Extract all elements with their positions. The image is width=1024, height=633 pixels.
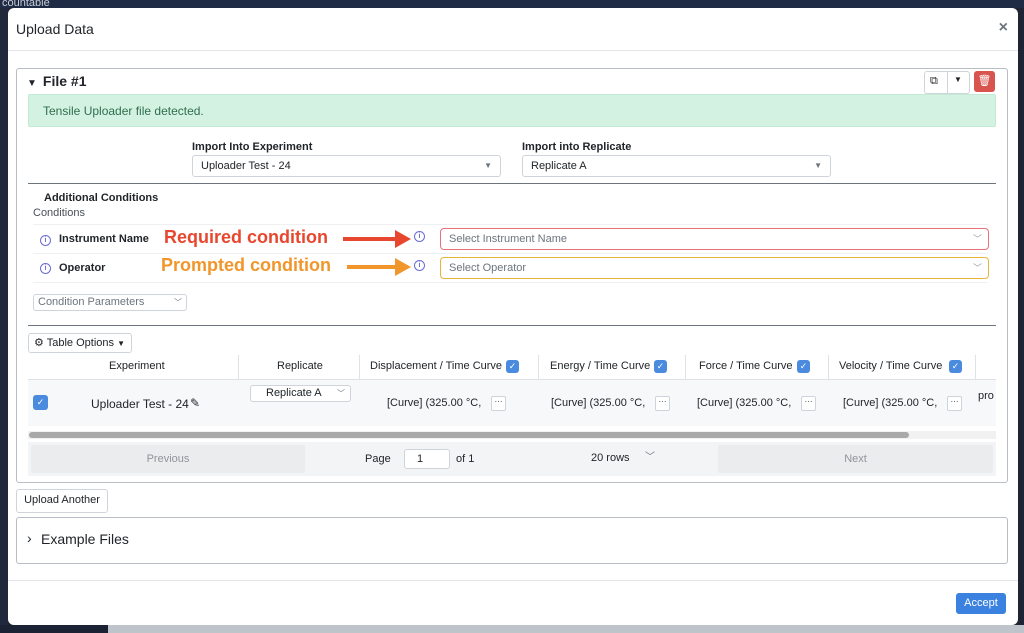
condition-parameters-select[interactable]: Condition Parameters ﹀ [33,294,187,311]
additional-conditions-heading: Additional Conditions [44,192,159,204]
file-actions-group: ⧉ ▼ [924,71,970,94]
section-divider [28,183,996,184]
operator-select[interactable]: Select Operator ﹀ [440,257,989,279]
condition-name-operator: Operator [59,262,106,274]
file-title[interactable]: ▼ File #1 [27,73,87,89]
background-app-bar: countable [0,0,1024,9]
cell-velocity: [Curve] (325.00 °C, [843,397,938,409]
more-button[interactable]: ··· [947,396,962,411]
import-experiment-label: Import Into Experiment [192,141,313,153]
info-icon[interactable]: i [40,235,51,246]
column-divider [238,355,239,379]
cell-displacement: [Curve] (325.00 °C, [387,397,482,409]
header-energy[interactable]: Energy / Time Curve [550,360,650,372]
required-arrow-head-icon [395,230,411,248]
delete-file-button[interactable]: 🗑 [974,71,995,92]
checkbox-displacement[interactable]: ✓ [506,360,519,373]
chevron-down-icon: ﹀ [645,452,655,463]
chevron-down-icon: ▼ [484,161,492,170]
more-button[interactable]: ··· [801,396,816,411]
checkbox-energy[interactable]: ✓ [654,360,667,373]
cell-replicate-select[interactable]: Replicate A ﹀ [250,385,351,402]
modal-title: Upload Data [16,21,94,37]
column-divider [975,355,976,379]
upload-another-button[interactable]: Upload Another [16,489,108,513]
cell-force: [Curve] (325.00 °C, [697,397,792,409]
prompted-condition-annotation: Prompted condition [161,255,331,275]
copy-icon[interactable]: ⧉ [930,75,938,88]
checkbox-velocity[interactable]: ✓ [949,360,962,373]
header-force[interactable]: Force / Time Curve [699,360,793,372]
file-detected-alert: Tensile Uploader file detected. [28,94,996,127]
info-icon[interactable]: i [414,231,425,242]
divider [947,72,948,93]
background-footer-sidebar [0,625,108,633]
upload-data-modal: Upload Data × ▼ File #1 ⧉ ▼ 🗑 Tensile Upl… [8,8,1018,625]
edit-pencil-icon[interactable]: ✎ [190,396,200,410]
table-header: Experiment Replicate Displacement / Time… [28,355,996,380]
scrollbar-thumb[interactable] [29,432,909,438]
collapse-triangle-icon: ▼ [27,78,37,89]
info-icon[interactable]: i [414,260,425,271]
divider [33,282,988,283]
page-of-label: of 1 [456,453,475,465]
background-sidebar [0,8,8,633]
rows-per-page-select[interactable]: 20 rows ﹀ [583,449,659,469]
cell-experiment: Uploader Test - 24 [91,397,189,411]
pagination: Previous Page 1 of 1 20 rows ﹀ Next [28,442,996,476]
page-label: Page [365,453,391,465]
chevron-down-icon: ﹀ [972,263,982,273]
next-button[interactable]: Next [718,445,993,473]
background-footer [0,625,1024,633]
caret-down-icon: ▼ [117,339,125,348]
chevron-down-icon: ﹀ [972,234,982,244]
divider [33,224,988,225]
file-card: ▼ File #1 ⧉ ▼ 🗑 Tensile Uploader file det… [16,68,1008,483]
chevron-down-icon: ▼ [814,161,822,170]
conditions-label: Conditions [33,207,85,219]
divider [33,253,988,254]
table-row: ✓ Uploader Test - 24 ✎ Replicate A ﹀ [Cu… [28,380,996,426]
required-arrow-line [343,237,397,241]
chevron-down-icon: ﹀ [174,298,182,307]
checkbox-force[interactable]: ✓ [797,360,810,373]
header-displacement[interactable]: Displacement / Time Curve [370,360,502,372]
chevron-down-icon[interactable]: ▼ [954,75,962,84]
example-files-card[interactable]: › Example Files [16,517,1008,564]
column-divider [685,355,686,379]
cell-overflow: pro [978,390,994,402]
trash-icon: 🗑 [977,75,992,87]
column-divider [359,355,360,379]
instrument-name-select[interactable]: Select Instrument Name ﹀ [440,228,989,250]
modal-footer-divider [8,580,1018,581]
header-experiment[interactable]: Experiment [109,360,165,372]
table-options-button[interactable]: ⚙ Table Options ▼ [28,333,132,353]
condition-name-instrument: Instrument Name [59,233,149,245]
modal-header: Upload Data × [8,8,1018,51]
previous-button[interactable]: Previous [31,445,305,473]
column-divider [828,355,829,379]
prompted-arrow-line [347,265,397,269]
more-button[interactable]: ··· [655,396,670,411]
chevron-down-icon: ﹀ [337,389,345,398]
info-icon[interactable]: i [40,263,51,274]
page-number-input[interactable]: 1 [404,449,450,469]
cell-energy: [Curve] (325.00 °C, [551,397,646,409]
prompted-arrow-head-icon [395,258,411,276]
required-condition-annotation: Required condition [164,227,328,247]
accept-button[interactable]: Accept [956,593,1006,614]
header-velocity[interactable]: Velocity / Time Curve [839,360,942,372]
section-divider [28,325,996,326]
example-files-title: Example Files [41,531,129,547]
close-icon[interactable]: × [999,19,1008,37]
import-replicate-select[interactable]: Replicate A ▼ [522,155,831,177]
import-replicate-label: Import into Replicate [522,141,632,153]
more-button[interactable]: ··· [491,396,506,411]
gear-icon: ⚙ [34,337,44,349]
column-divider [538,355,539,379]
chevron-right-icon: › [27,530,32,546]
import-experiment-select[interactable]: Uploader Test - 24 ▼ [192,155,501,177]
row-select-checkbox[interactable]: ✓ [33,395,48,410]
header-replicate[interactable]: Replicate [277,360,323,372]
